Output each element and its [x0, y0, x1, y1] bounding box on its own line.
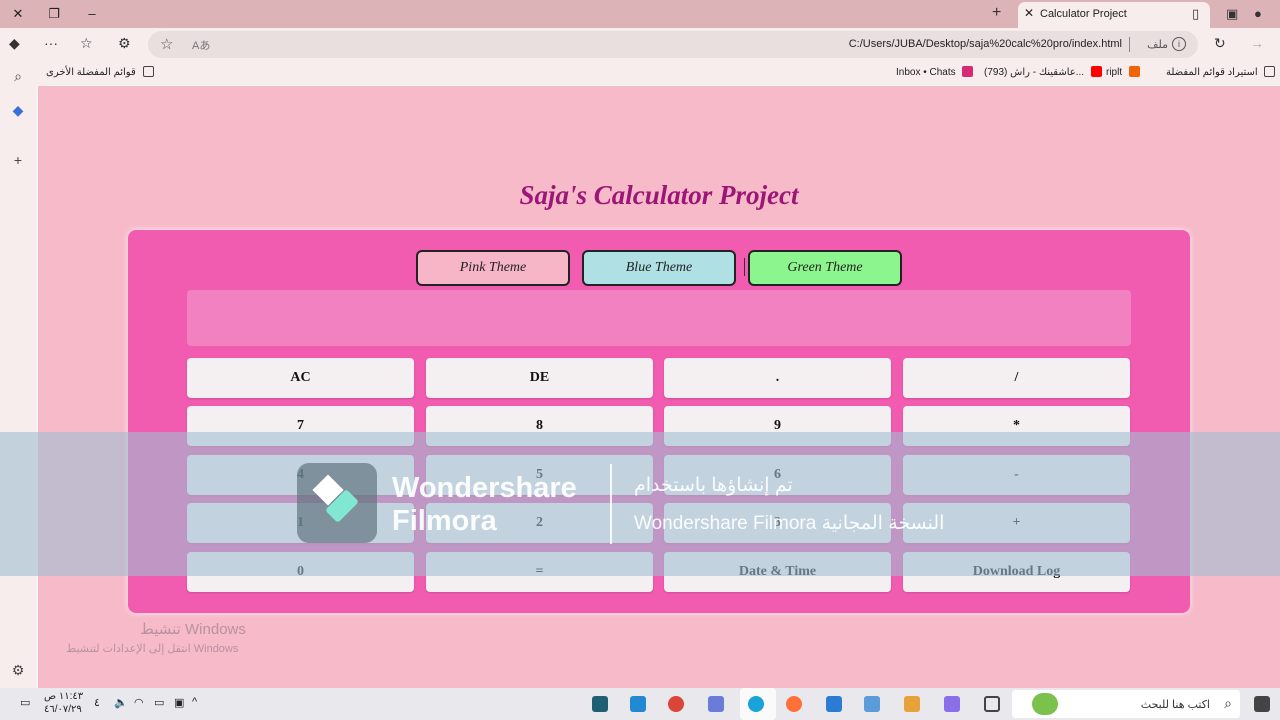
- profile-icon[interactable]: ●: [1254, 6, 1262, 21]
- taskbar-search-placeholder: اكتب هنا للبحث: [1140, 699, 1210, 711]
- tab-close-icon[interactable]: ✕: [1024, 6, 1034, 20]
- clock[interactable]: ١١:٤٣ ص ٤٦/٠٧/٢٩: [44, 690, 83, 716]
- theme-separator: [744, 258, 745, 276]
- key-delete[interactable]: DE: [426, 358, 653, 398]
- notification-icon[interactable]: ▭: [20, 696, 30, 709]
- instagram-icon: [962, 66, 974, 77]
- minimize-window-icon[interactable]: –: [82, 4, 102, 24]
- other-favorites[interactable]: قوائم المفضلة الأخرى: [46, 66, 158, 78]
- browser-toolbar: ◆ ··· ☆ ⚙ ☆ Aあ C:/Users/JUBA/Desktop/saj…: [0, 28, 1280, 60]
- bookmark-riplt[interactable]: riplt: [1106, 66, 1144, 78]
- url-text[interactable]: C:/Users/JUBA/Desktop/saja%20calc%20pro/…: [849, 38, 1122, 50]
- add-icon[interactable]: +: [10, 152, 26, 168]
- bookmark-label: استيراد قوائم المفضلة: [1166, 67, 1258, 78]
- windows-activation-hint: انتقل إلى الإعدادات لتنشيط Windows: [66, 643, 239, 655]
- battery-icon[interactable]: ▭: [154, 696, 164, 709]
- refresh-icon[interactable]: ↻: [1214, 35, 1226, 52]
- search-highlight-icon: [1032, 693, 1058, 715]
- mail-icon[interactable]: [826, 696, 842, 712]
- filmora-brand: Wondershare Filmora: [392, 472, 577, 538]
- filmora-watermark-band: Wondershare Filmora تم إنشاؤها باستخدام …: [0, 432, 1280, 576]
- filmora-brand-line2: Filmora: [392, 505, 497, 537]
- clock-time: ١١:٤٣ ص: [44, 691, 84, 702]
- page-icon[interactable]: ▯: [1192, 6, 1199, 22]
- favorites-icon[interactable]: ☆: [80, 35, 93, 52]
- bookmark-label: Inbox • Chats: [896, 67, 956, 78]
- day-label: ٤: [94, 697, 100, 709]
- edge-icon[interactable]: [748, 696, 764, 712]
- windows-taskbar: ▭ ١١:٤٣ ص ٤٦/٠٧/٢٩ ٤ 🔈 ◠ ▭ ▣ ^ اكتب هنا …: [0, 688, 1280, 720]
- filmora-divider: [610, 464, 612, 544]
- browser-sidebar: ⌕ ◆ + ⚙: [0, 60, 36, 688]
- blue-theme-button[interactable]: Blue Theme: [582, 250, 736, 286]
- key-decimal[interactable]: .: [664, 358, 891, 398]
- filmora-brand-line1: Wondershare: [392, 472, 577, 504]
- tab-actions-icon[interactable]: ▣: [1226, 6, 1238, 22]
- page-viewport: Saja's Calculator Project Pink Theme Blu…: [38, 86, 1280, 688]
- extensions-icon[interactable]: ⚙: [118, 35, 131, 52]
- more-menu-icon[interactable]: ···: [44, 35, 58, 51]
- clock-date: ٤٦/٠٧/٢٩: [44, 704, 82, 715]
- restore-window-icon[interactable]: ❐: [44, 4, 64, 24]
- filmora-message-line2: النسخة المجانية Wondershare Filmora: [634, 513, 945, 534]
- folder-icon: [142, 66, 154, 77]
- taskbar-search[interactable]: اكتب هنا للبحث ⌕: [1012, 690, 1240, 718]
- bookmark-label: riplt: [1106, 67, 1123, 78]
- volume-icon[interactable]: 🔈: [114, 696, 128, 709]
- new-tab-icon[interactable]: +: [992, 4, 1001, 22]
- tray-chevron-icon[interactable]: ^: [192, 696, 197, 708]
- forward-icon[interactable]: →: [1250, 35, 1264, 51]
- close-window-icon[interactable]: ✕: [8, 4, 28, 24]
- bookmark-youtube[interactable]: (793) عاشقينك - راش...: [984, 66, 1106, 78]
- green-theme-button[interactable]: Green Theme: [748, 250, 902, 286]
- page-title: Saja's Calculator Project: [519, 180, 799, 210]
- filmora-logo-icon: [297, 463, 377, 543]
- search-icon[interactable]: ⌕: [10, 68, 26, 85]
- task-view-icon[interactable]: [984, 696, 1000, 712]
- file-label: ملف: [1147, 39, 1168, 51]
- bookmarks-bar: قوائم المفضلة الأخرى استيراد قوائم المفض…: [0, 60, 1280, 85]
- start-icon[interactable]: [1254, 696, 1270, 712]
- settings-icon[interactable]: ⚙: [10, 662, 26, 679]
- other-favorites-label: قوائم المفضلة الأخرى: [46, 67, 136, 78]
- add-favorite-icon[interactable]: ☆: [160, 35, 173, 53]
- terminal-app-icon[interactable]: [592, 696, 608, 712]
- bookmark-import[interactable]: استيراد قوائم المفضلة: [1166, 66, 1279, 78]
- key-ac[interactable]: AC: [187, 358, 414, 398]
- store-icon[interactable]: [864, 696, 880, 712]
- app-icon[interactable]: [708, 696, 724, 712]
- copilot-icon[interactable]: ◆: [9, 35, 20, 52]
- folder-app-icon[interactable]: [904, 696, 920, 712]
- wifi-icon[interactable]: ◠: [134, 696, 144, 709]
- search-magnifier-icon: ⌕: [1224, 695, 1232, 711]
- info-icon[interactable]: i: [1172, 37, 1186, 51]
- key-divide[interactable]: /: [903, 358, 1130, 398]
- windows-activation-title: تنشيط Windows: [140, 621, 246, 638]
- calculator-display[interactable]: [187, 290, 1131, 346]
- import-icon: [1264, 66, 1276, 77]
- device-icon[interactable]: ▣: [174, 696, 184, 709]
- youtube-icon: [1090, 66, 1102, 77]
- bookmark-instagram[interactable]: Inbox • Chats: [896, 66, 977, 78]
- browser-tab[interactable]: ✕ Calculator Project: [1018, 2, 1210, 28]
- tag-icon[interactable]: ◆: [10, 102, 26, 119]
- copilot-app-icon[interactable]: [944, 696, 960, 712]
- vscode-icon[interactable]: [630, 696, 646, 712]
- pink-theme-button[interactable]: Pink Theme: [416, 250, 570, 286]
- firefox-icon[interactable]: [786, 696, 802, 712]
- bookmark-label: (793) عاشقينك - راش...: [984, 67, 1085, 78]
- address-bar[interactable]: ☆ Aあ C:/Users/JUBA/Desktop/saja%20calc%2…: [148, 31, 1198, 58]
- chrome-icon[interactable]: [668, 696, 684, 712]
- riplt-icon: [1128, 66, 1140, 77]
- filmora-message-line1: تم إنشاؤها باستخدام: [634, 475, 793, 496]
- tab-title: Calculator Project: [1040, 8, 1127, 20]
- read-aloud-icon[interactable]: Aあ: [192, 37, 210, 53]
- address-separator: [1129, 37, 1130, 52]
- tab-bar: ✕ ❐ – + ✕ Calculator Project ▯ ▣ ●: [0, 0, 1280, 28]
